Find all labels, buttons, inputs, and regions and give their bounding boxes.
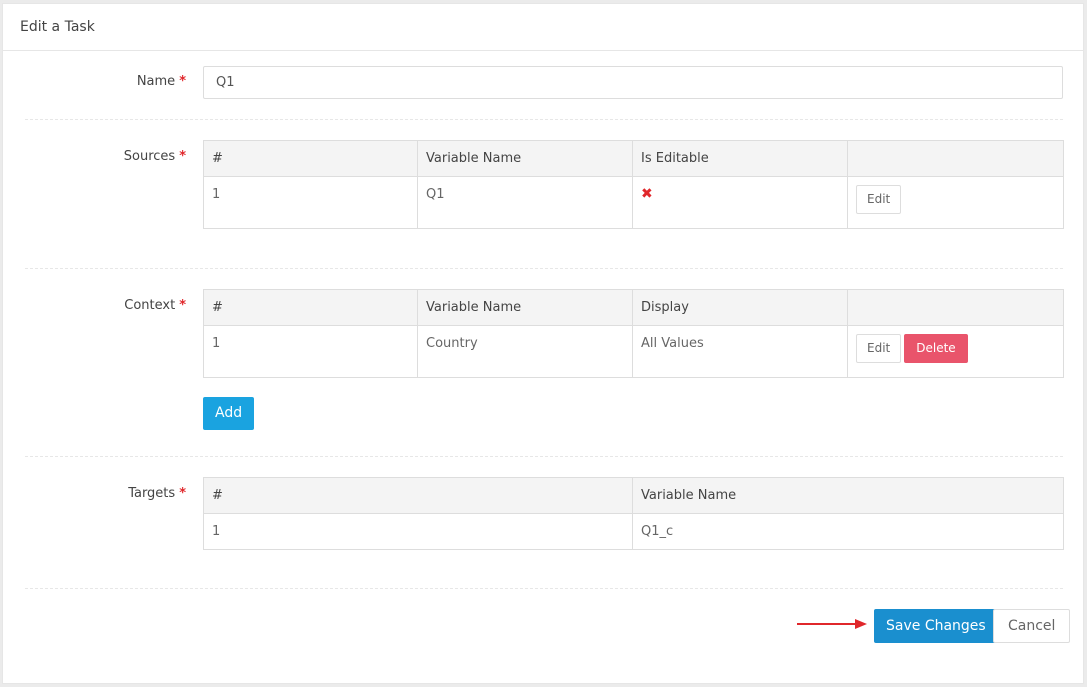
required-marker: *	[179, 486, 186, 501]
column-header	[847, 140, 1064, 177]
sources-table: # Variable Name Is Editable 1 Q1 ✖ Edit	[203, 140, 1064, 229]
arrow-right-icon	[797, 619, 867, 629]
sources-label-text: Sources	[123, 149, 176, 164]
save-changes-button[interactable]: Save Changes	[874, 609, 998, 643]
required-marker: *	[179, 298, 186, 313]
red-x-icon: ✖	[641, 186, 653, 202]
context-table: # Variable Name Display 1 Country All Va…	[203, 289, 1064, 378]
context-label-text: Context	[124, 298, 176, 313]
row-index: 1	[203, 325, 418, 378]
sources-label: Sources *	[124, 149, 186, 164]
edit-context-button[interactable]: Edit	[856, 334, 902, 363]
divider	[25, 119, 1063, 120]
required-marker: *	[179, 74, 186, 89]
column-header: Variable Name	[417, 289, 633, 326]
table-header-row: # Variable Name Display	[203, 289, 1064, 326]
edit-source-button[interactable]: Edit	[856, 185, 902, 214]
divider	[25, 588, 1063, 589]
context-label: Context *	[124, 298, 186, 313]
table-row: 1 Q1_c	[203, 513, 1064, 550]
targets-table: # Variable Name 1 Q1_c	[203, 477, 1064, 550]
variable-name-cell: Q1	[417, 176, 633, 229]
column-header: Is Editable	[632, 140, 848, 177]
table-row: 1 Country All Values Edit Delete	[203, 325, 1064, 378]
cancel-button[interactable]: Cancel	[993, 609, 1071, 643]
add-context-button[interactable]: Add	[203, 397, 255, 430]
display-cell: All Values	[632, 325, 848, 378]
targets-label-text: Targets	[128, 486, 176, 501]
column-header	[847, 289, 1064, 326]
required-marker: *	[179, 149, 186, 164]
delete-context-button[interactable]: Delete	[904, 334, 968, 363]
column-header: Variable Name	[417, 140, 633, 177]
name-label: Name *	[137, 74, 186, 89]
column-header: #	[203, 289, 418, 326]
targets-label: Targets *	[128, 486, 186, 501]
divider	[25, 456, 1063, 457]
actions-cell: Edit Delete	[847, 325, 1064, 378]
column-header: #	[203, 140, 418, 177]
divider	[25, 268, 1063, 269]
table-row: 1 Q1 ✖ Edit	[203, 176, 1064, 229]
table-header-row: # Variable Name Is Editable	[203, 140, 1064, 177]
row-index: 1	[203, 513, 633, 550]
column-header: #	[203, 477, 633, 514]
column-header: Variable Name	[632, 477, 1064, 514]
is-editable-cell: ✖	[632, 176, 848, 229]
panel-title: Edit a Task	[3, 4, 1083, 51]
variable-name-cell: Q1_c	[632, 513, 1064, 550]
edit-task-panel: Edit a Task Name* Sources* # Variable Na…	[2, 3, 1084, 684]
variable-name-cell: Country	[417, 325, 633, 378]
name-label-text: Name	[136, 74, 176, 89]
name-input[interactable]	[203, 66, 1063, 99]
table-header-row: # Variable Name	[203, 477, 1064, 514]
row-index: 1	[203, 176, 418, 229]
column-header: Display	[632, 289, 848, 326]
actions-cell: Edit	[847, 176, 1064, 229]
